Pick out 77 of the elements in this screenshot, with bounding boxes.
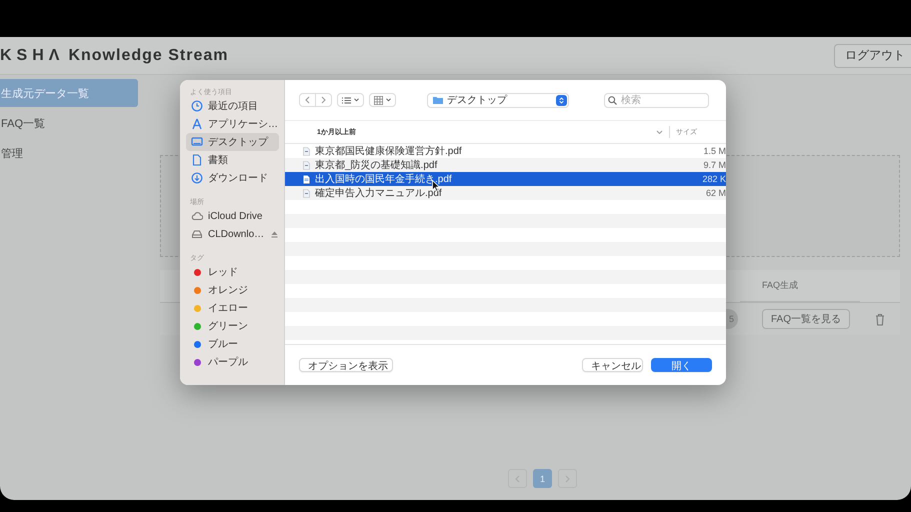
sidebar-item[interactable]: オレンジ xyxy=(186,281,279,299)
location-popup[interactable]: デスクトップ xyxy=(427,92,569,108)
faq-list-button[interactable]: FAQ一覧を見る xyxy=(762,309,850,329)
file-row[interactable]: 出入国時の国民年金手続き.pdf 282 K xyxy=(285,172,726,186)
chevron-right-icon xyxy=(321,96,326,104)
nav-item[interactable]: 管理 xyxy=(0,139,138,167)
file-size: 1.5 M xyxy=(703,146,726,156)
sidebar-label: パープル xyxy=(208,356,248,369)
trash-icon xyxy=(875,312,885,326)
sidebar-item[interactable]: ブルー xyxy=(186,335,279,353)
chevron-left-icon xyxy=(305,96,310,104)
sidebar-item[interactable]: iCloud Drive xyxy=(186,207,279,225)
sidebar-label: CLDownlo… xyxy=(208,228,264,240)
logout-button[interactable]: ログアウト xyxy=(834,44,911,68)
logo-mark: KSHΛ xyxy=(0,46,64,64)
file-name: 確定申告入力マニュアル.pdf xyxy=(315,186,443,200)
sidebar-label: ダウンロード xyxy=(208,172,268,185)
chevron-left-icon xyxy=(515,474,520,482)
sidebar-item[interactable]: 最近の項目 xyxy=(186,97,279,115)
pdf-file-icon xyxy=(303,160,310,170)
next-page-button[interactable] xyxy=(558,469,577,488)
sidebar-label: グリーン xyxy=(208,320,248,333)
stepper-icon xyxy=(559,96,564,104)
grid-icon xyxy=(374,96,383,104)
cloud-icon xyxy=(191,210,203,222)
search-field[interactable]: 検索 xyxy=(604,92,709,108)
sidebar-label: オレンジ xyxy=(208,284,248,297)
eject-icon xyxy=(271,230,278,238)
chevron-down-icon xyxy=(656,130,663,134)
file-size: 9.7 M xyxy=(703,160,726,170)
clock-icon xyxy=(191,100,203,112)
app-title: Knowledge Stream xyxy=(68,46,228,64)
list-icon xyxy=(342,96,351,104)
options-button[interactable]: オプションを表示 xyxy=(299,358,393,372)
sidebar-label: ブルー xyxy=(208,338,238,351)
apps-icon xyxy=(191,118,203,130)
sidebar-item[interactable]: 書類 xyxy=(186,151,279,169)
nav-item[interactable]: FAQ一覧 xyxy=(0,109,138,137)
pdf-file-icon xyxy=(303,146,310,156)
list-view-button[interactable] xyxy=(337,93,364,107)
sidebar-label: iCloud Drive xyxy=(208,210,262,222)
file-row[interactable]: 東京都_防災の基礎知識.pdf 9.7 M xyxy=(285,158,726,172)
sidebar-label: アプリケーシ… xyxy=(208,118,278,131)
sidebar-item[interactable]: グリーン xyxy=(186,317,279,335)
cancel-button[interactable]: キャンセル xyxy=(582,358,643,372)
sidebar-item[interactable]: ダウンロード xyxy=(186,169,279,187)
search-icon xyxy=(608,96,617,104)
file-row[interactable]: 確定申告入力マニュアル.pdf 62 M xyxy=(285,186,726,200)
pdf-file-icon xyxy=(303,188,310,198)
file-size: 62 M xyxy=(706,188,726,198)
monitor-icon xyxy=(191,136,203,148)
sidebar-item[interactable]: イエロー xyxy=(186,299,279,317)
file-name: 出入国時の国民年金手続き.pdf xyxy=(315,172,453,186)
document-icon xyxy=(191,154,203,166)
drive-icon xyxy=(191,228,203,240)
pdf-file-icon xyxy=(303,174,310,184)
sidebar-item[interactable]: CLDownlo… xyxy=(186,225,279,243)
sidebar-label: 書類 xyxy=(208,154,228,167)
sidebar-label: レッド xyxy=(208,266,238,279)
open-button[interactable]: 開く xyxy=(651,358,712,372)
download-icon xyxy=(191,172,203,184)
sidebar-label: デスクトップ xyxy=(208,136,268,149)
file-name: 東京都国民健康保険運営方針.pdf xyxy=(315,144,463,158)
sidebar-item[interactable]: アプリケーシ… xyxy=(186,115,279,133)
sidebar-item[interactable]: デスクトップ xyxy=(186,133,279,151)
sidebar-item[interactable]: レッド xyxy=(186,263,279,281)
sidebar-label: 最近の項目 xyxy=(208,100,258,113)
grid-view-button[interactable] xyxy=(369,93,396,107)
caret-icon xyxy=(386,98,391,102)
sidebar-item[interactable]: パープル xyxy=(186,353,279,371)
file-size: 282 K xyxy=(702,174,726,184)
caret-icon xyxy=(354,98,359,102)
chevron-right-icon xyxy=(565,474,570,482)
sidebar-label: イエロー xyxy=(208,302,248,315)
file-name: 東京都_防災の基礎知識.pdf xyxy=(315,158,438,172)
previous-page-button[interactable] xyxy=(508,469,527,488)
folder-icon xyxy=(433,96,443,104)
